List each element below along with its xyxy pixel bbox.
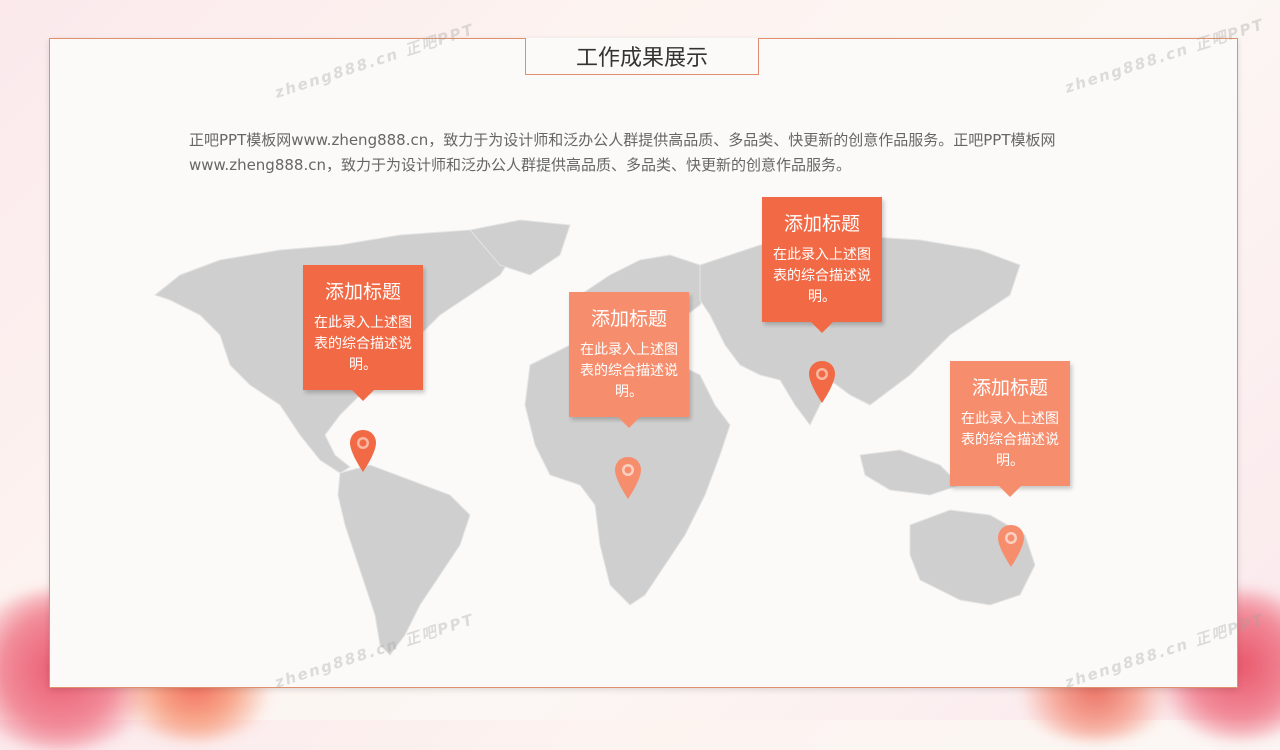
callout-arrow xyxy=(352,390,374,401)
callout-body: 在此录入上述图表的综合描述说明。 xyxy=(314,315,412,373)
callout-africa: 添加标题 在此录入上述图表的综合描述说明。 xyxy=(569,292,689,428)
callout-body: 在此录入上述图表的综合描述说明。 xyxy=(961,411,1059,469)
callout-asia: 添加标题 在此录入上述图表的综合描述说明。 xyxy=(762,197,882,333)
callout-arrow xyxy=(999,486,1021,497)
slide-title: 工作成果展示 xyxy=(525,38,759,75)
callout-title: 添加标题 xyxy=(590,308,667,330)
callout-title: 添加标题 xyxy=(324,281,401,303)
callout-body: 在此录入上述图表的综合描述说明。 xyxy=(773,247,871,305)
location-pin-icon xyxy=(809,361,835,403)
location-pin-icon xyxy=(998,525,1024,567)
callout-arrow xyxy=(811,322,833,333)
callout-arrow xyxy=(618,417,640,428)
location-pin-icon xyxy=(615,457,641,499)
world-map xyxy=(153,219,1036,656)
callout-oceania: 添加标题 在此录入上述图表的综合描述说明。 xyxy=(950,361,1070,497)
callout-body: 在此录入上述图表的综合描述说明。 xyxy=(580,342,678,400)
slide-description: 正吧PPT模板网www.zheng888.cn，致力于为设计师和泛办公人群提供高… xyxy=(189,131,1056,174)
callout-title: 添加标题 xyxy=(971,377,1048,399)
callout-title: 添加标题 xyxy=(783,213,860,235)
callout-americas: 添加标题 在此录入上述图表的综合描述说明。 xyxy=(303,265,423,401)
location-pin-icon xyxy=(350,430,376,472)
